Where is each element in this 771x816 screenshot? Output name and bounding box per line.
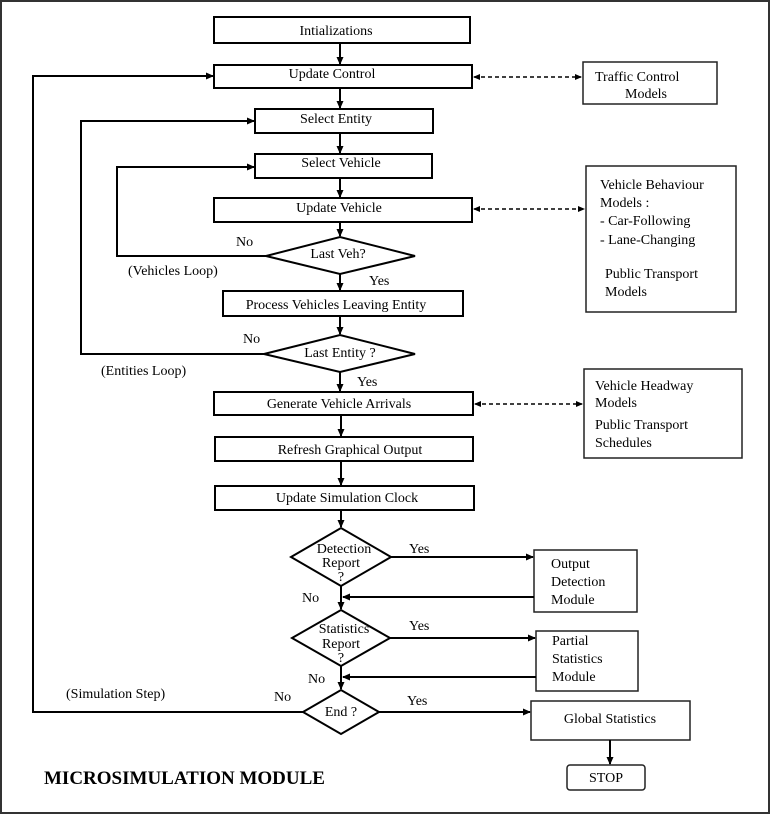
decision-last-entity-label: Last Entity ? [304, 346, 376, 361]
headway-line4: Schedules [595, 436, 652, 451]
decision-last-veh: Last Veh? [265, 235, 416, 276]
decision-detection-line1: Detection [317, 542, 371, 557]
step-refresh-output: Refresh Graphical Output [214, 436, 474, 462]
step-refresh-output-label: Refresh Graphical Output [278, 443, 423, 458]
microsimulation-flowchart: Intializations Update Control Select Ent… [0, 0, 770, 814]
vehicle-behaviour-line2: Models : [600, 196, 649, 211]
output-detection-line3: Module [551, 593, 595, 608]
step-select-entity-label: Select Entity [300, 112, 372, 127]
traffic-control-line1: Traffic Control [595, 70, 680, 85]
simulation-step-label: (Simulation Step) [66, 687, 166, 702]
vehicle-behaviour-models-box: Vehicle Behaviour Models : - Car-Followi… [585, 165, 737, 313]
detection-no-label: No [302, 591, 319, 606]
step-update-control: Update Control [213, 64, 473, 89]
step-process-leaving: Process Vehicles Leaving Entity [222, 290, 464, 317]
end-no-label: No [274, 690, 291, 705]
headway-line2: Models [595, 396, 637, 411]
vehicle-behaviour-line1: Vehicle Behaviour [600, 178, 704, 193]
output-detection-line2: Detection [551, 575, 605, 590]
step-process-leaving-label: Process Vehicles Leaving Entity [246, 298, 427, 313]
decision-last-veh-label: Last Veh? [310, 247, 365, 262]
partial-statistics-module-box: Partial Statistics Module [535, 630, 639, 692]
output-detection-module-box: Output Detection Module [533, 549, 638, 613]
traffic-control-models-box: Traffic Control Models [582, 61, 718, 105]
global-statistics-box: Global Statistics [530, 700, 691, 741]
last-veh-yes-label: Yes [369, 274, 389, 289]
decision-statistics-report: Statistics Report ? [289, 608, 393, 668]
step-update-clock-label: Update Simulation Clock [276, 491, 418, 506]
decision-end: End ? [301, 688, 381, 736]
end-yes-label: Yes [407, 694, 427, 709]
decision-statistics-line3: ? [338, 651, 344, 666]
stop-label: STOP [589, 771, 623, 786]
decision-statistics-line2: Report [322, 637, 360, 652]
output-detection-line1: Output [551, 557, 590, 572]
vehicle-behaviour-line3: - Car-Following [600, 214, 690, 229]
last-entity-yes-label: Yes [357, 375, 377, 390]
partial-statistics-line1: Partial [552, 634, 589, 649]
decision-last-entity: Last Entity ? [263, 333, 416, 374]
decision-detection-line3: ? [338, 570, 344, 585]
statistics-no-label: No [308, 672, 325, 687]
headway-line1: Vehicle Headway [595, 379, 693, 394]
global-statistics-label: Global Statistics [564, 712, 656, 727]
step-initializations: Intializations [213, 16, 471, 44]
decision-detection-line2: Report [322, 556, 360, 571]
stop-terminal: STOP [566, 764, 646, 791]
headway-line3: Public Transport [595, 418, 688, 433]
step-select-vehicle: Select Vehicle [254, 153, 433, 179]
step-select-entity: Select Entity [254, 108, 434, 134]
decision-detection-report: Detection Report ? [289, 526, 393, 588]
step-generate-arrivals-label: Generate Vehicle Arrivals [267, 397, 411, 412]
entities-loop-label: (Entities Loop) [101, 364, 186, 379]
partial-statistics-line2: Statistics [552, 652, 603, 667]
statistics-yes-label: Yes [409, 619, 429, 634]
step-select-vehicle-label: Select Vehicle [301, 156, 380, 171]
diagram-title: MICROSIMULATION MODULE [44, 768, 325, 789]
detection-yes-label: Yes [409, 542, 429, 557]
last-entity-no-label: No [243, 332, 260, 347]
traffic-control-line2: Models [625, 87, 667, 102]
vehicle-behaviour-line4: - Lane-Changing [600, 233, 695, 248]
decision-statistics-line1: Statistics [319, 622, 370, 637]
vehicles-loop-label: (Vehicles Loop) [128, 264, 218, 279]
last-veh-no-label: No [236, 235, 253, 250]
step-initializations-label: Intializations [299, 24, 372, 39]
step-update-control-label: Update Control [289, 67, 376, 82]
step-generate-arrivals: Generate Vehicle Arrivals [213, 391, 474, 416]
decision-end-label: End ? [325, 705, 357, 720]
vehicle-behaviour-line5: Public Transport [605, 267, 698, 282]
vehicle-behaviour-line6: Models [605, 285, 647, 300]
headway-models-box: Vehicle Headway Models Public Transport … [583, 368, 743, 459]
step-update-clock: Update Simulation Clock [214, 485, 475, 511]
step-update-vehicle-label: Update Vehicle [296, 201, 382, 216]
partial-statistics-line3: Module [552, 670, 596, 685]
step-update-vehicle: Update Vehicle [213, 197, 473, 223]
